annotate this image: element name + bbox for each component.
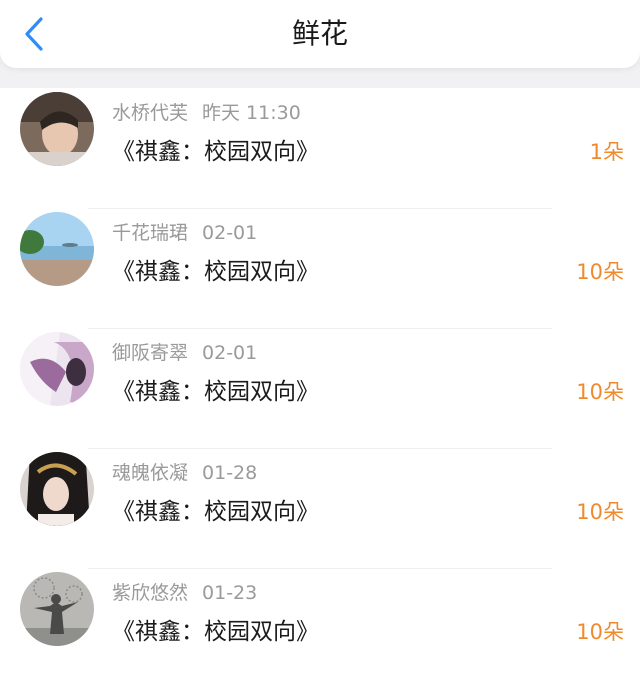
avatar[interactable]	[20, 212, 94, 286]
book-title[interactable]: 《祺鑫：校园双向》	[112, 372, 319, 406]
gift-time: 02-01	[202, 342, 258, 364]
sender-name[interactable]: 魂魄依凝	[112, 462, 188, 484]
avatar[interactable]	[20, 332, 94, 406]
book-title[interactable]: 《祺鑫：校园双向》	[112, 492, 319, 526]
divider	[88, 568, 552, 569]
avatar[interactable]	[20, 452, 94, 526]
gift-meta: 魂魄依凝 01-28	[112, 458, 257, 484]
list-item[interactable]: 魂魄依凝 01-28 《祺鑫：校园双向》 10朵	[0, 448, 640, 568]
flower-gift-list: 水桥代芙 昨天 11:30 《祺鑫：校园双向》 1朵 千花瑞珺 02-01 《祺鑫：…	[0, 88, 640, 688]
top-bar: 鲜花	[0, 0, 640, 68]
gift-meta: 御阪寄翠 02-01	[112, 338, 257, 364]
gift-time: 02-01	[202, 222, 258, 244]
list-item[interactable]: 御阪寄翠 02-01 《祺鑫：校园双向》 10朵	[0, 328, 640, 448]
list-item[interactable]: 水桥代芙 昨天 11:30 《祺鑫：校园双向》 1朵	[0, 88, 640, 208]
gift-meta: 千花瑞珺 02-01	[112, 218, 257, 244]
gift-time: 01-23	[202, 582, 258, 604]
divider	[88, 328, 552, 329]
sender-name[interactable]: 御阪寄翠	[112, 342, 188, 364]
sender-name[interactable]: 千花瑞珺	[112, 222, 188, 244]
avatar[interactable]	[20, 572, 94, 646]
gift-meta: 紫欣悠然 01-23	[112, 578, 257, 604]
book-title[interactable]: 《祺鑫：校园双向》	[112, 132, 319, 166]
divider	[88, 448, 552, 449]
sender-name[interactable]: 水桥代芙	[112, 102, 188, 124]
flower-count: 10朵	[576, 620, 624, 644]
divider	[88, 208, 552, 209]
flower-count: 10朵	[576, 260, 624, 284]
book-title[interactable]: 《祺鑫：校园双向》	[112, 252, 319, 286]
page-title: 鲜花	[291, 17, 348, 50]
gift-meta: 水桥代芙 昨天 11:30	[112, 98, 301, 124]
flower-count: 10朵	[576, 500, 624, 524]
gift-time: 01-28	[202, 462, 258, 484]
flower-count: 10朵	[576, 380, 624, 404]
avatar[interactable]	[20, 92, 94, 166]
list-item[interactable]: 紫欣悠然 01-23 《祺鑫：校园双向》 10朵	[0, 568, 640, 688]
book-title[interactable]: 《祺鑫：校园双向》	[112, 612, 319, 646]
sender-name[interactable]: 紫欣悠然	[112, 582, 188, 604]
flower-count: 1朵	[589, 140, 624, 164]
gift-time: 昨天 11:30	[202, 102, 301, 124]
list-item[interactable]: 千花瑞珺 02-01 《祺鑫：校园双向》 10朵	[0, 208, 640, 328]
